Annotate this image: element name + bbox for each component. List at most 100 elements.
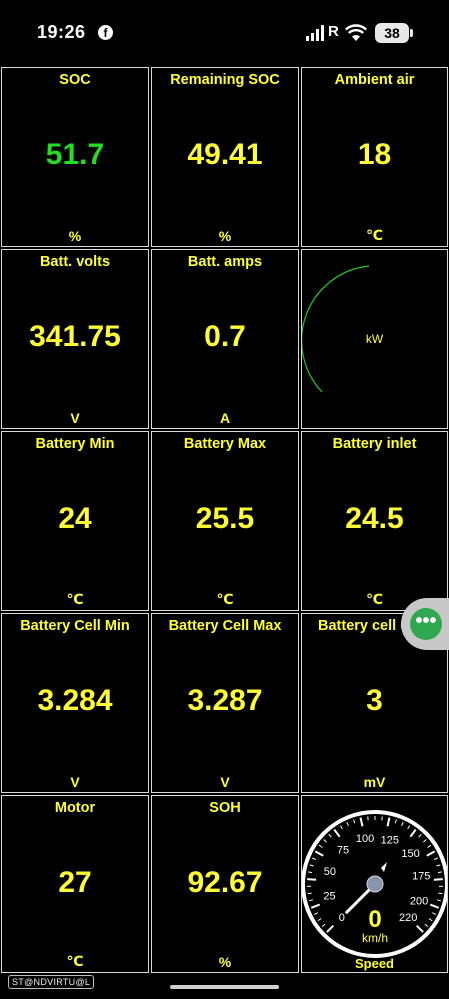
roaming-indicator: R [328,23,339,40]
watermark-logo: ST@NDVIRTU@L [8,975,95,989]
gauge-hub [366,875,384,893]
gauge-tick [339,825,343,830]
speed-label: Speed [354,956,394,971]
gauge-tick-label: 25 [323,891,335,903]
cell-soc[interactable]: SOC 51.7 % [1,67,149,247]
cell-label: Battery inlet [332,436,417,452]
gauge-tick [314,850,324,857]
cell-value: 92.67 [187,866,263,899]
gauge-tick [429,903,440,909]
gauge-tick [307,892,312,895]
more-icon: ••• [410,608,442,640]
cell-ambient-air[interactable]: Ambient air 18 ℃ [301,67,448,247]
cell-value: 0.7 [204,320,246,353]
cell-remaining-soc[interactable]: Remaining SOC 49.41 % [151,67,299,247]
gauge-tick [386,817,391,827]
cell-value: 49.41 [187,138,263,171]
power-unit-label: kW [365,332,384,346]
gauge-tick [416,925,424,933]
gauge-tick [428,918,433,922]
gauge-tick [418,833,422,838]
cell-value: 341.75 [29,320,121,353]
cell-label: SOH [209,800,241,816]
cell-label: Battery Cell Min [20,618,130,634]
cell-batt-volts[interactable]: Batt. volts 341.75 V [1,249,149,429]
gauge-tick [307,871,313,874]
cell-batt-amps[interactable]: Batt. amps 0.7 A [151,249,299,429]
gauge-tick [311,857,317,860]
gauge-tick [309,864,314,867]
gauge-tick [308,899,314,902]
home-indicator[interactable] [170,985,279,989]
cell-value: 24 [58,502,92,535]
gauge-tick [423,839,427,843]
cell-battery-inlet[interactable]: Battery inlet 24.5 ℃ [301,431,448,611]
gauge-tick [323,839,327,843]
speed-gauge: 0255075100 1251501752002200km/h [302,810,447,958]
cell-value: 24.5 [345,502,404,535]
gauge-tick-label: 175 [412,871,430,883]
cell-battery-cell-min[interactable]: Battery Cell Min 3.284 V [1,613,149,793]
cell-label: Motor [54,800,96,816]
gauge-tick [328,833,332,838]
battery-icon: 38 [375,23,413,43]
cell-value: 27 [58,866,92,899]
gauge-tick [409,828,417,838]
gauge-tick-label: 75 [337,845,349,857]
cell-battery-max[interactable]: Battery Max 25.5 ℃ [151,431,299,611]
gauge-tick [401,821,404,826]
cell-motor[interactable]: Motor 27 ℃ [1,795,149,973]
gauge-tick [433,878,443,881]
gauge-tick-label: 200 [410,895,428,907]
cell-unit: ℃ [66,953,84,969]
cell-label: Remaining SOC [170,72,280,88]
gauge-tick [310,903,321,909]
gauge-tick [438,892,443,895]
cell-unit: A [219,410,231,426]
status-time: 19:26 [37,22,86,42]
cell-label: Batt. amps [187,254,263,270]
cell-power-gauge[interactable]: kW [301,249,448,429]
cell-soh[interactable]: SOH 92.67 % [151,795,299,973]
speed-unit: km/h [362,931,388,945]
gauge-tick [346,821,349,826]
gauge-tick-label: 220 [399,912,417,924]
gauge-tick [307,878,317,881]
cell-label: Battery Cell Max [168,618,282,634]
gauge-tick-label: 125 [381,834,399,846]
cell-speed-gauge[interactable]: 0 25 50 75 100 125 150 175 200 220 0 km/h Speed [301,795,448,973]
cell-value: 3.287 [187,684,263,717]
cell-label: Battery Max [183,436,267,452]
cell-value: 51.7 [45,138,105,171]
cell-value: 3 [366,684,383,717]
gauge-tick [433,857,439,860]
gauge-tick [353,819,356,824]
dashboard-grid: SOC 51.7 % Remaining SOC 49.41 % Ambient… [0,67,449,974]
facebook-icon: f [98,25,113,40]
cell-unit: ℃ [216,591,234,607]
gauge-tick [326,925,334,933]
wifi-icon [345,24,367,41]
cell-unit: V [220,774,230,790]
gauge-tick [426,850,436,857]
cell-battery-cell-max[interactable]: Battery Cell Max 3.287 V [151,613,299,793]
gauge-needle-tip [381,862,387,872]
cell-value: 3.284 [37,684,113,717]
cell-unit: % [218,228,232,244]
gauge-tick [313,912,318,915]
cell-unit: % [68,228,82,244]
gauge-tick-label: 100 [356,833,374,845]
cell-unit: % [218,954,232,970]
floating-menu-button[interactable]: ••• [401,598,449,650]
cell-unit: ℃ [366,227,383,243]
cell-value: 25.5 [195,502,255,535]
cell-label: Ambient air [334,72,415,88]
gauge-tick [427,844,432,848]
gauge-tick [424,923,429,928]
cell-battery-min[interactable]: Battery Min 24 ℃ [1,431,149,611]
gauge-tick [317,918,322,922]
cell-label: Batt. volts [39,254,111,270]
gauge-tick [432,912,437,915]
gauge-tick [407,825,411,830]
cell-unit: mV [363,774,386,790]
